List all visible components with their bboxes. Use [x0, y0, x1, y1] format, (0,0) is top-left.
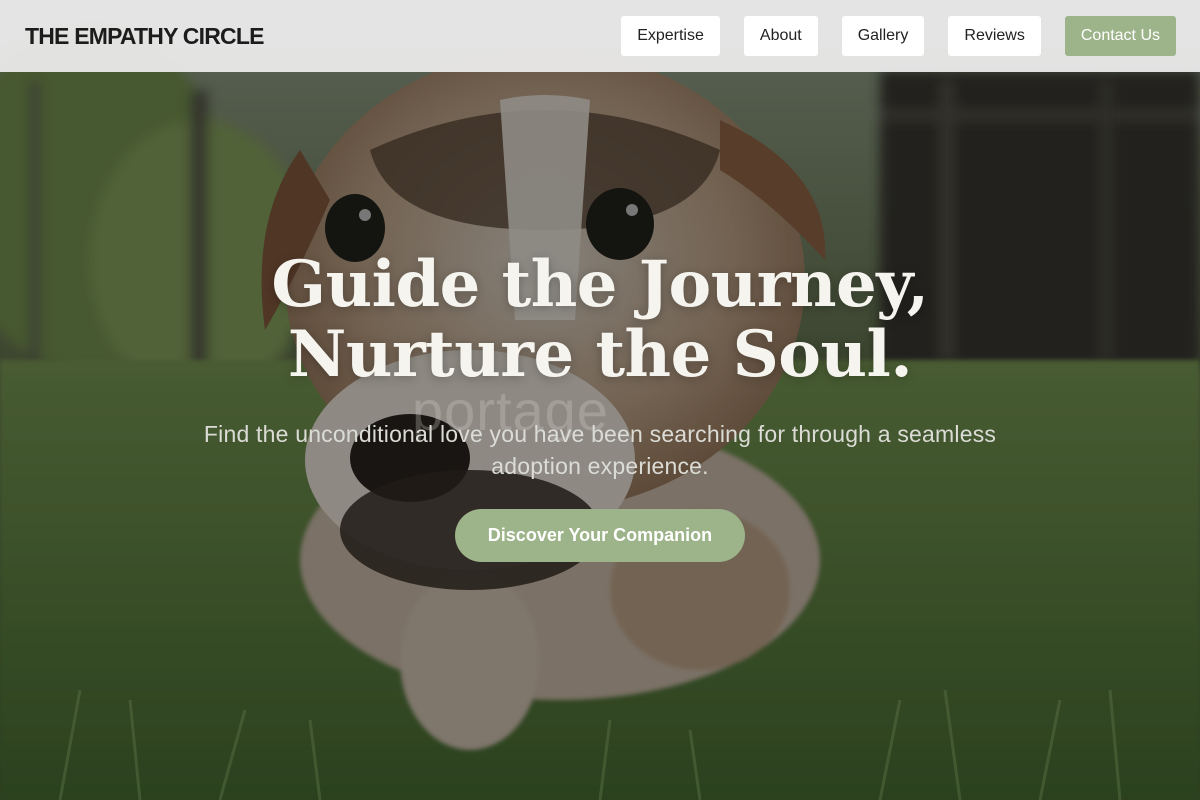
contact-us-button[interactable]: Contact Us — [1064, 16, 1176, 56]
nav-item-reviews[interactable]: Reviews — [948, 16, 1041, 56]
discover-companion-button[interactable]: Discover Your Companion — [455, 509, 745, 562]
nav-item-gallery[interactable]: Gallery — [841, 16, 925, 56]
top-nav: THE EMPATHY CIRCLE Expertise About Galle… — [0, 0, 1200, 72]
nav-item-expertise[interactable]: Expertise — [621, 16, 720, 56]
nav-links: Expertise About Gallery Reviews Contact … — [621, 16, 1176, 56]
hero-title-line-1: Guide the Journey, — [271, 247, 929, 322]
hero-subtitle: Find the unconditional love you have bee… — [203, 421, 997, 479]
hero-title: Guide the Journey, Nurture the Soul. — [0, 250, 1200, 390]
brand-logo[interactable]: THE EMPATHY CIRCLE — [25, 23, 264, 50]
nav-item-about[interactable]: About — [743, 16, 818, 56]
